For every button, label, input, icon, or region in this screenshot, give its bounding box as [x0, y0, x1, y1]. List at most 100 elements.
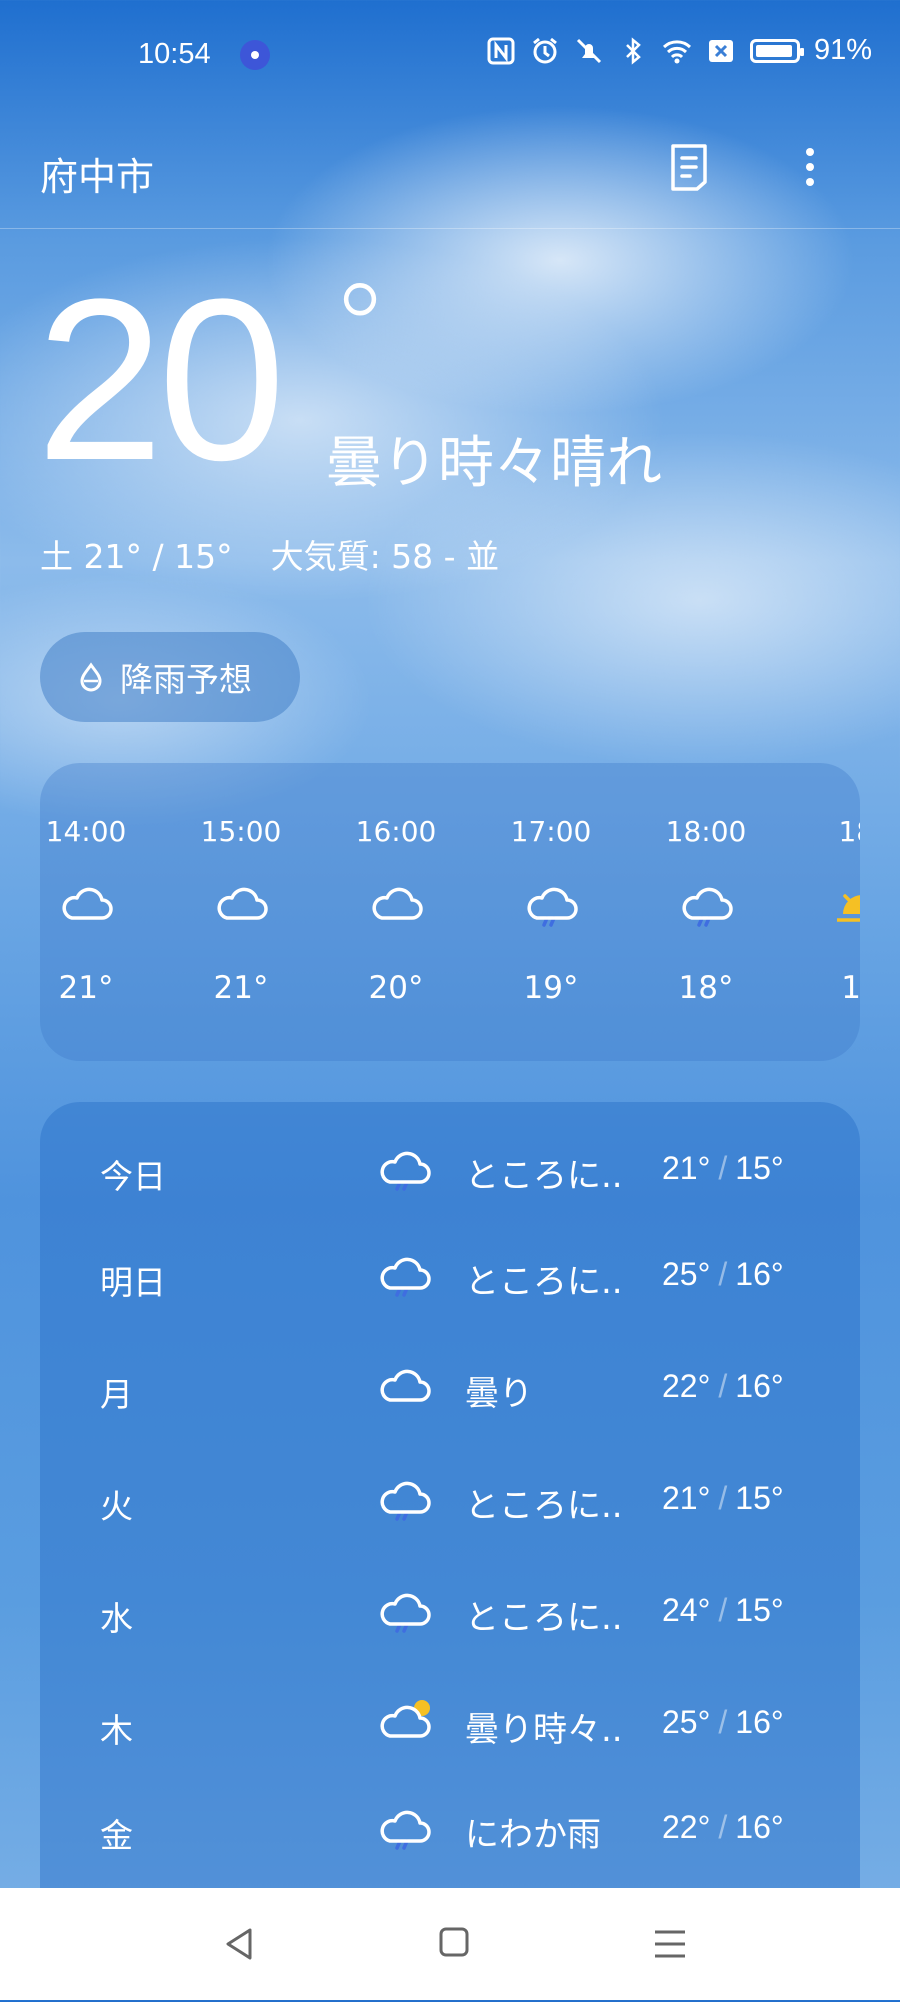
- recents-icon[interactable]: [652, 1928, 688, 1960]
- city-name[interactable]: 府中市: [40, 146, 154, 201]
- day-temperature: 22°/16°: [662, 1368, 784, 1405]
- hour-time: 15:00: [200, 815, 282, 848]
- day-high: 25°: [662, 1704, 711, 1740]
- cloud-rain-icon: [380, 1151, 431, 1191]
- degree-symbol: °: [330, 260, 390, 399]
- hour-temperature: 21°: [213, 970, 269, 1006]
- temp-separator: /: [718, 1480, 728, 1516]
- mute-icon: [576, 38, 602, 63]
- temp-separator: /: [718, 1368, 728, 1404]
- day-temperature: 25°/16°: [662, 1704, 784, 1741]
- air-quality[interactable]: 大気質: 58 - 並: [271, 537, 500, 576]
- day-low: 16°: [735, 1368, 784, 1404]
- sunset-icon: [837, 894, 860, 922]
- hour-time: 16:00: [355, 815, 437, 848]
- daily-row[interactable]: 明日 ところに.. 25°/16°: [40, 1232, 860, 1322]
- day-name: 明日: [100, 1263, 166, 1302]
- daily-forecast[interactable]: 今日 ところに.. 21°/15° 明日 ところに.. 25°/16° 月曇り 22°/16°…: [40, 1102, 860, 2002]
- day-low: 15°: [735, 1480, 784, 1516]
- temp-separator: /: [718, 1592, 728, 1628]
- hour-time: 18:: [838, 815, 860, 848]
- day-high: 21°: [662, 1150, 711, 1186]
- hour-temperature: 21°: [58, 970, 114, 1006]
- day-temperature: 21°/15°: [662, 1150, 784, 1187]
- day-high: 24°: [662, 1592, 711, 1628]
- day-low: 16°: [735, 1704, 784, 1740]
- rain-forecast-label: 降雨予想: [120, 660, 252, 699]
- system-nav-bar: [0, 1888, 900, 2000]
- day-temperature: 21°/15°: [662, 1480, 784, 1517]
- hour-temperature: 17: [841, 970, 860, 1006]
- day-name: 火: [100, 1487, 133, 1526]
- day-low: 16°: [735, 1809, 784, 1845]
- cloud-rain-icon: [527, 887, 578, 927]
- temp-separator: /: [718, 1150, 728, 1186]
- temp-separator: /: [718, 1809, 728, 1845]
- day-temperature: 24°/15°: [662, 1592, 784, 1629]
- day-temperature: 25°/16°: [662, 1256, 784, 1293]
- hour-time: 17:00: [510, 815, 592, 848]
- day-condition: 曇り時々..: [465, 1710, 623, 1750]
- day-name: 木: [100, 1711, 133, 1750]
- daily-row[interactable]: 木 曇り時々.. 25°/16°: [40, 1680, 860, 1770]
- cloud-icon: [372, 887, 423, 920]
- day-high: 21°: [662, 1480, 711, 1516]
- rain-forecast-button[interactable]: 降雨予想: [40, 632, 300, 722]
- cloud-icon: [380, 1369, 431, 1402]
- nfc-icon: [487, 37, 515, 64]
- battery-percent: 91%: [813, 34, 872, 66]
- day-name: 月: [100, 1375, 133, 1414]
- daily-row[interactable]: 火 ところに.. 21°/15°: [40, 1456, 860, 1546]
- cloud-sun-icon: [380, 1700, 431, 1738]
- day-condition: ところに..: [465, 1486, 623, 1526]
- daily-row[interactable]: 今日 ところに.. 21°/15°: [40, 1126, 860, 1216]
- hour-temperature: 19°: [523, 970, 579, 1006]
- day-condition: ところに..: [465, 1156, 623, 1196]
- day-condition: ところに..: [465, 1598, 623, 1638]
- day-low: 15°: [735, 1150, 784, 1186]
- cloud-rain-icon: [380, 1481, 431, 1521]
- current-condition: 曇り時々晴れ: [326, 431, 662, 496]
- back-icon[interactable]: [222, 1926, 258, 1962]
- cloud-rain-icon: [380, 1810, 431, 1850]
- hour-time: 18:00: [665, 815, 747, 848]
- cloud-rain-icon: [380, 1593, 431, 1633]
- day-temperature: 22°/16°: [662, 1809, 784, 1846]
- hour-temperature: 20°: [368, 970, 424, 1006]
- day-high: 25°: [662, 1256, 711, 1292]
- daily-row[interactable]: 金 にわか雨 22°/16°: [40, 1785, 860, 1875]
- status-icons: 91%: [486, 34, 872, 67]
- status-bar: 10:54 91%: [0, 0, 900, 110]
- hour-temperature: 18°: [678, 970, 734, 1006]
- day-condition: にわか雨: [465, 1815, 601, 1855]
- drop-icon: [80, 662, 102, 692]
- cloud-icon: [217, 887, 268, 920]
- day-low: 15°: [735, 1592, 784, 1628]
- cloud-icon: [62, 887, 113, 920]
- day-range: 土 21° / 15°: [40, 537, 233, 576]
- status-time: 10:54: [138, 38, 211, 70]
- hourly-forecast[interactable]: 14:00 21° 15:00 21° 16:00 20° 17:00 19° 18:00 18°…: [40, 763, 860, 1061]
- home-icon[interactable]: [438, 1926, 470, 1958]
- day-name: 今日: [100, 1157, 166, 1196]
- current-summary: 土 21° / 15° 大気質: 58 - 並: [40, 530, 537, 578]
- current-temperature: 20: [36, 251, 286, 508]
- city-list-icon[interactable]: [668, 142, 710, 192]
- hour-time: 14:00: [45, 815, 127, 848]
- more-options-icon[interactable]: [790, 142, 830, 192]
- cloud-rain-icon: [682, 887, 733, 927]
- daily-row[interactable]: 月 曇り 22°/16°: [40, 1344, 860, 1434]
- daily-row[interactable]: 水 ところに.. 24°/15°: [40, 1568, 860, 1658]
- bluetooth-icon: [626, 36, 641, 65]
- battery-icon: [749, 38, 804, 63]
- day-name: 金: [100, 1816, 133, 1855]
- sim-icon: [708, 39, 733, 62]
- day-condition: ところに..: [465, 1262, 623, 1302]
- cloud-rain-icon: [380, 1257, 431, 1297]
- temp-separator: /: [718, 1256, 728, 1292]
- cast-icon: [240, 40, 270, 70]
- day-high: 22°: [662, 1809, 711, 1845]
- day-name: 水: [100, 1599, 133, 1638]
- day-high: 22°: [662, 1368, 711, 1404]
- day-condition: 曇り: [465, 1374, 533, 1414]
